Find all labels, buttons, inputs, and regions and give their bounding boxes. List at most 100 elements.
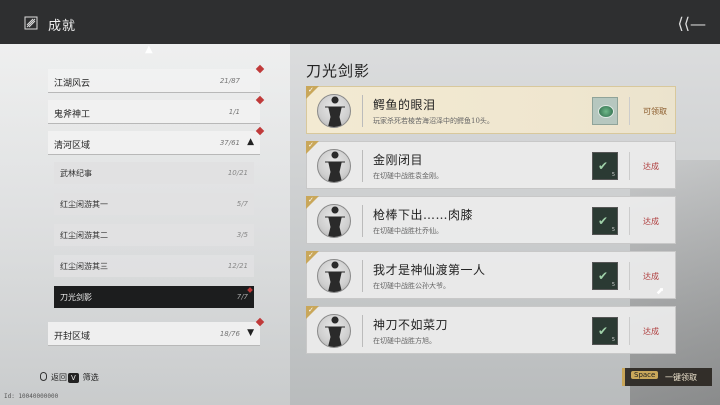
divider [629,97,630,125]
subcategory-name: 武林纪事 [60,169,92,178]
swordsman-avatar-icon [317,149,351,183]
category-name: 清河区域 [54,141,91,151]
achievement-title: 神刀不如菜刀 [373,318,449,332]
subcategory-count: 3/5 [236,231,248,239]
status-label: 达成 [643,217,659,226]
achievement-card[interactable]: ✓ 鳄鱼的眼泪 玩家杀死若棱苦海沼泽中的鳄鱼10头。 可领取 [306,86,676,134]
reward-slot[interactable]: ✔ 5 [592,317,618,345]
subcategory-item[interactable]: 武林纪事 10/21 [54,162,254,184]
completed-check-icon: ✔ [598,269,609,283]
achievement-title: 金刚闭目 [373,153,424,167]
swordsman-avatar-icon [317,204,351,238]
divider [629,152,630,180]
achievement-desc: 玩家杀死若棱苦海沼泽中的鳄鱼10头。 [373,117,494,125]
space-key: Space [631,371,659,379]
achievement-logo-icon [24,16,38,30]
mouse-cursor-icon: ⬈ [656,286,665,297]
achievement-desc: 在切磋中战胜方旭。 [373,337,436,345]
subcategory-count: 10/21 [227,169,248,177]
subcategory-count: 12/21 [227,262,248,270]
completed-check-icon: ✔ [598,324,609,338]
category-count: 37/61 [219,139,240,147]
reward-count: 5 [611,172,615,178]
section-title: 刀光剑影 [306,62,371,80]
status-label: 达成 [643,272,659,281]
check-icon: ✓ [308,196,314,204]
reward-count: 5 [611,337,615,343]
reward-slot[interactable]: ✔ 5 [592,207,618,235]
reward-count: 5 [611,227,615,233]
check-icon: ✓ [308,306,314,314]
achievement-desc: 在切磋中战胜杜乔仙。 [373,227,443,235]
category-name: 鬼斧神工 [54,110,91,120]
divider [629,262,630,290]
category-count: 21/87 [219,77,240,85]
category-name: 江湖风云 [54,79,91,89]
divider [362,205,363,237]
check-icon: ✓ [308,141,314,149]
reward-slot[interactable] [592,97,618,125]
achievement-card[interactable]: ✓ 枪棒下出……肉膝 在切磋中战胜杜乔仙。 ✔ 5 达成 [306,196,676,244]
subcategory-count: 5/7 [236,200,248,208]
subcategory-count: 7/7 [236,293,248,301]
mouse-icon [40,372,47,381]
swordsman-avatar-icon [317,259,351,293]
subcategory-name: 红尘闲游其一 [60,200,108,209]
claim-button[interactable]: 可领取 [643,106,667,117]
status-label: 达成 [643,327,659,336]
expand-arrow-icon[interactable]: ▼ [247,328,254,338]
reward-count: 5 [611,282,615,288]
filter-key: V [68,373,79,383]
achievement-card[interactable]: ✓ 神刀不如菜刀 在切磋中战胜方旭。 ✔ 5 达成 [306,306,676,354]
subcategory-name: 红尘闲游其二 [60,231,108,240]
achievement-title: 鳄鱼的眼泪 [373,98,436,112]
page-title: 成就 [48,19,77,34]
category-count: 1/1 [228,108,240,116]
category-item[interactable]: 江湖风云 21/87 [48,64,265,93]
back-hint[interactable]: 返回 [40,372,67,383]
divider [362,95,363,127]
check-icon: ✓ [308,251,314,259]
divider [362,315,363,347]
divider [362,150,363,182]
top-bar: 成就 ⟨⟨— [0,0,720,44]
achievement-desc: 在切磋中战胜袁金刚。 [373,172,443,180]
check-icon: ✓ [308,86,314,94]
status-label: 达成 [643,162,659,171]
subcategory-item[interactable]: 红尘闲游其二 3/5 [54,224,254,246]
achievement-card[interactable]: ✓ 我才是神仙渡第一人 在切磋中战胜公孙大爷。 ✔ 5 达成 [306,251,676,299]
achievement-card[interactable]: ✓ 金刚闭目 在切磋中战胜袁金刚。 ✔ 5 达成 [306,141,676,189]
filter-hint[interactable]: V 筛选 [68,372,99,383]
reward-slot[interactable]: ✔ 5 [592,262,618,290]
divider [629,317,630,345]
user-id: Id: 10040000000 [4,393,59,400]
subcategory-item[interactable]: 红尘闲游其一 5/7 [54,193,254,215]
subcategory-item[interactable]: 红尘闲游其三 12/21 [54,255,254,277]
category-item-expanded[interactable]: 清河区域 37/61 ▲ [48,126,265,155]
new-dot-icon [247,287,253,293]
back-label: 返回 [51,373,67,382]
completed-check-icon: ✔ [598,214,609,228]
category-name: 开封区域 [54,332,91,342]
claim-all-button[interactable]: Space 一键领取 [622,368,712,386]
subcategory-item-selected[interactable]: 刀光剑影 7/7 [54,286,254,308]
back-arrow-icon[interactable]: ⟨⟨— [678,14,706,33]
scroll-up-icon[interactable]: ▲ [145,44,153,55]
divider [629,207,630,235]
category-item[interactable]: 开封区域 18/76 ▼ [48,317,265,346]
jade-icon [598,105,614,118]
swordsman-avatar-icon [317,314,351,348]
collapse-arrow-icon[interactable]: ▲ [247,137,254,147]
swordsman-avatar-icon [317,94,351,128]
claim-all-label: 一键领取 [665,373,697,382]
subcategory-name: 红尘闲游其三 [60,262,108,271]
divider [362,260,363,292]
completed-check-icon: ✔ [598,159,609,173]
category-item[interactable]: 鬼斧神工 1/1 [48,95,265,124]
achievement-desc: 在切磋中战胜公孙大爷。 [373,282,450,290]
achievement-title: 枪棒下出……肉膝 [373,208,474,222]
category-count: 18/76 [219,330,240,338]
reward-slot[interactable]: ✔ 5 [592,152,618,180]
subcategory-name: 刀光剑影 [60,293,92,302]
achievement-title: 我才是神仙渡第一人 [373,263,486,277]
